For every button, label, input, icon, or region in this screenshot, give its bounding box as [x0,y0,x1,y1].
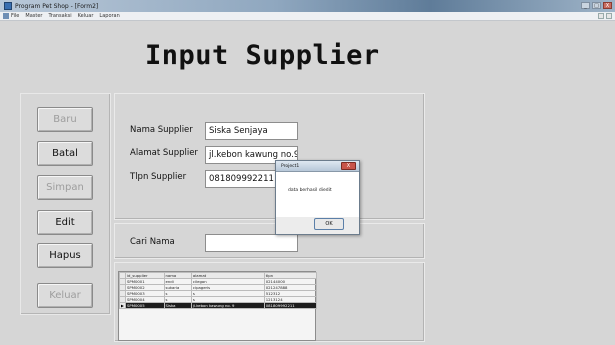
close-button[interactable]: X [603,2,612,9]
menu-file[interactable]: File [11,13,19,19]
message-box-title: Project1 [281,164,300,169]
message-box-body: data berhasil diedit [276,172,359,217]
table-cell[interactable]: jl.kebon kawung no. 9 [190,302,265,309]
message-box-dialog: Project1 X data berhasil diedit OK [275,160,360,235]
child-close-button[interactable] [606,13,612,19]
window-title: Program Pet Shop - [Form2] [15,2,99,10]
alamat-supplier-label: Alamat Supplier [130,148,198,158]
menu-master[interactable]: Master [25,13,42,19]
nama-supplier-label: Nama Supplier [130,125,193,135]
page-title: Input Supplier [145,40,380,71]
cari-nama-input[interactable] [205,234,298,252]
window-title-bar[interactable]: Program Pet Shop - [Form2] _ □ X [0,0,615,12]
table-cell[interactable]: SPM0005 [125,302,165,309]
command-button-panel: Baru Batal Simpan Edit Hapus Keluar [20,93,111,315]
message-box-ok-button[interactable]: OK [314,218,344,230]
message-box-text: data berhasil diedit [288,188,332,193]
form-icon [3,13,9,19]
menu-laporan[interactable]: Laporan [99,13,119,19]
batal-button[interactable]: Batal [37,141,93,166]
child-window-controls [598,13,612,19]
table-cell[interactable]: 081809992211 [263,302,318,309]
menu-keluar[interactable]: Keluar [78,13,94,19]
message-box-title-bar[interactable]: Project1 X [276,161,359,172]
maximize-button[interactable]: □ [592,2,601,9]
cari-nama-label: Cari Nama [130,237,175,247]
window-controls: _ □ X [581,2,612,9]
minimize-button[interactable]: _ [581,2,590,9]
app-icon [4,2,12,10]
nama-supplier-input[interactable]: Siska Senjaya [205,122,298,140]
menu-transaksi[interactable]: Transaksi [48,13,71,19]
message-box-close-button[interactable]: X [341,162,356,170]
child-minimize-button[interactable] [598,13,604,19]
table-cell[interactable]: Siska [163,302,192,309]
supplier-data-grid[interactable]: id_supplier nama alamat tlpn SPM0001 end… [118,271,318,341]
keluar-button[interactable]: Keluar [37,283,93,308]
tlpn-supplier-label: Tlpn Supplier [130,172,187,182]
baru-button[interactable]: Baru [37,107,93,132]
simpan-button[interactable]: Simpan [37,175,93,200]
selected-table-row[interactable]: ▶ SPM0005 Siska jl.kebon kawung no. 9 08… [119,302,318,309]
menu-bar: File Master Transaksi Keluar Laporan [0,12,615,21]
hapus-button[interactable]: Hapus [37,243,93,268]
edit-button[interactable]: Edit [37,210,93,235]
